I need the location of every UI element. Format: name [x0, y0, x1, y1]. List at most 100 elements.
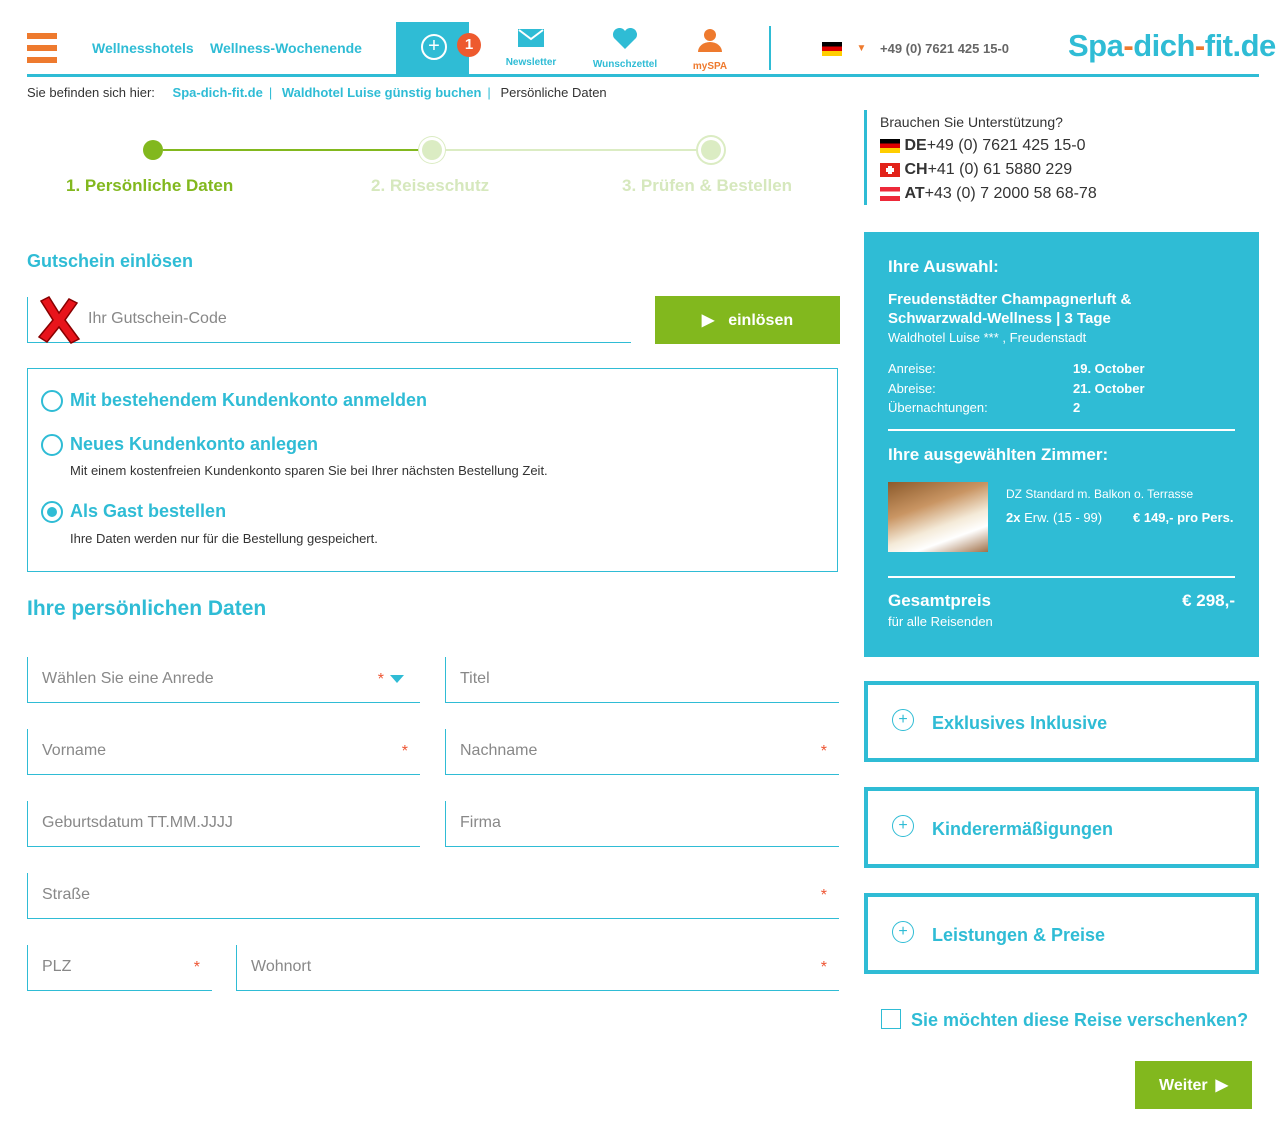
nights-count: 2 — [1073, 400, 1081, 415]
plus-icon: + — [421, 34, 447, 60]
step-dot-1 — [143, 140, 163, 160]
titel-field — [445, 657, 839, 703]
accordion-leistungen-preise[interactable]: + Leistungen & Preise — [864, 893, 1259, 974]
selection-summary: Ihre Auswahl: Freudenstädter Champagnerl… — [864, 232, 1259, 657]
titel-input[interactable] — [458, 669, 777, 689]
total-price: € 298,- — [1182, 591, 1235, 610]
voucher-field — [27, 296, 631, 344]
accordion-exklusives-inklusive[interactable]: + Exklusives Inklusive — [864, 681, 1259, 762]
header-divider — [769, 26, 771, 70]
offer-title: Freudenstädter Champagnerluft & Schwarzw… — [888, 291, 1132, 327]
nachname-input[interactable] — [458, 741, 777, 761]
support-line-at: AT+43 (0) 7 2000 58 68-78 — [880, 185, 1097, 203]
step-line-1 — [163, 149, 421, 151]
divider — [888, 576, 1235, 578]
step-label-1: 1. Persönliche Daten — [66, 176, 234, 195]
radio-new-account-label[interactable]: Neues Kundenkonto anlegen — [70, 434, 318, 455]
step-dot-3 — [701, 140, 721, 160]
room-price: € 149,- pro Pers. — [1133, 510, 1234, 525]
user-icon — [698, 29, 722, 52]
language-selector[interactable]: ▼ — [822, 40, 866, 58]
nav-wellness-wochenende[interactable]: Wellness-Wochenende — [210, 40, 362, 56]
header-underline — [27, 74, 1259, 77]
divider — [888, 429, 1235, 431]
strasse-input[interactable] — [40, 885, 693, 905]
wunschzettel-link[interactable]: Wunschzettel — [585, 27, 665, 70]
selection-title: Ihre Auswahl: — [888, 257, 999, 276]
german-flag-icon — [822, 41, 842, 56]
radio-login-label[interactable]: Mit bestehendem Kundenkonto anmelden — [70, 390, 427, 411]
nav-wellnesshotels[interactable]: Wellnesshotels — [92, 40, 194, 56]
step-line-2 — [443, 149, 701, 151]
plz-input[interactable] — [40, 957, 155, 977]
room-guests: 2x Erw. (15 - 99) — [1006, 510, 1103, 525]
geburtsdatum-input[interactable] — [40, 813, 358, 833]
hotel-name: Waldhotel Luise *** , Freudenstadt — [888, 330, 1087, 345]
radio-new-account-desc: Mit einem kostenfreien Kundenkonto spare… — [70, 463, 548, 478]
gift-checkbox[interactable] — [881, 1009, 901, 1029]
account-options-box: Mit bestehendem Kundenkonto anmelden Neu… — [27, 368, 838, 572]
support-line-ch: CH+41 (0) 61 5880 229 — [880, 161, 1072, 179]
rooms-title: Ihre ausgewählten Zimmer: — [888, 445, 1109, 464]
step-dot-2 — [422, 140, 442, 160]
triangle-right-icon: ▶ — [701, 312, 715, 329]
plus-icon: + — [892, 709, 914, 731]
breadcrumb-home[interactable]: Spa-dich-fit.de — [173, 85, 263, 100]
plus-icon: + — [892, 921, 914, 943]
myspa-link[interactable]: mySPA — [670, 28, 750, 72]
radio-new-account[interactable] — [41, 434, 63, 456]
voucher-title: Gutschein einlösen — [27, 251, 194, 271]
triangle-right-icon: ▶ — [1215, 1077, 1228, 1094]
radio-guest-desc: Ihre Daten werden nur für die Bestellung… — [70, 531, 378, 546]
room-image[interactable] — [888, 482, 988, 552]
anrede-input[interactable] — [40, 669, 358, 689]
gift-label[interactable]: Sie möchten diese Reise verschenken? — [911, 1010, 1248, 1031]
arrival-date: 19. October — [1073, 361, 1145, 376]
total-sub: für alle Reisenden — [888, 614, 993, 629]
radio-login[interactable] — [41, 390, 63, 412]
wohnort-field: * — [236, 945, 839, 991]
support-line-de: DE+49 (0) 7621 425 15-0 — [880, 137, 1085, 155]
breadcrumb: Sie befinden sich hier: Spa-dich-fit.de |… — [27, 85, 607, 100]
total-label: Gesamtpreis — [888, 591, 991, 610]
notification-badge: 1 — [457, 33, 481, 57]
newsletter-link[interactable]: Newsletter — [491, 28, 571, 68]
vorname-input[interactable] — [40, 741, 358, 761]
strasse-field: * — [27, 873, 839, 919]
radio-guest[interactable] — [41, 501, 63, 523]
envelope-icon — [518, 29, 544, 47]
room-name: DZ Standard m. Balkon o. Terrasse — [1006, 487, 1194, 501]
departure-date: 21. October — [1073, 381, 1145, 396]
vorname-field: * — [27, 729, 420, 775]
plus-icon: + — [892, 815, 914, 837]
accordion-kinderermaessigungen[interactable]: + Kinderermäßigungen — [864, 787, 1259, 868]
radio-guest-label[interactable]: Als Gast bestellen — [70, 501, 226, 522]
step-label-3: 3. Prüfen & Bestellen — [622, 176, 793, 195]
breadcrumb-current: Persönliche Daten — [500, 85, 607, 100]
german-flag-icon — [880, 138, 900, 153]
heart-icon — [612, 27, 638, 49]
nachname-field: * — [445, 729, 839, 775]
voucher-redeem-button[interactable]: ▶ einlösen — [655, 296, 840, 344]
geburtsdatum-field — [27, 801, 420, 847]
voucher-input[interactable] — [86, 309, 573, 329]
austrian-flag-icon — [880, 186, 900, 201]
swiss-flag-icon — [880, 162, 900, 177]
firma-field — [445, 801, 839, 847]
next-button[interactable]: Weiter ▶ — [1135, 1061, 1252, 1109]
red-x-icon — [37, 296, 81, 344]
chevron-down-icon: ▼ — [856, 43, 867, 55]
support-accent-bar — [864, 110, 867, 205]
hamburger-menu-icon[interactable] — [27, 33, 57, 67]
plz-field: * — [27, 945, 212, 991]
breadcrumb-hotel[interactable]: Waldhotel Luise günstig buchen — [282, 85, 482, 100]
wohnort-input[interactable] — [249, 957, 735, 977]
anrede-select[interactable]: * — [27, 657, 420, 703]
firma-input[interactable] — [458, 813, 777, 833]
header-phone: +49 (0) 7621 425 15-0 — [880, 41, 1010, 56]
site-logo[interactable]: Spa-dich-fit.de — [1068, 28, 1276, 64]
personal-data-title: Ihre persönlichen Daten — [27, 597, 267, 620]
support-title: Brauchen Sie Unterstützung? — [880, 114, 1063, 130]
step-label-2: 2. Reiseschutz — [371, 176, 490, 195]
dropdown-arrow-icon — [390, 675, 404, 683]
